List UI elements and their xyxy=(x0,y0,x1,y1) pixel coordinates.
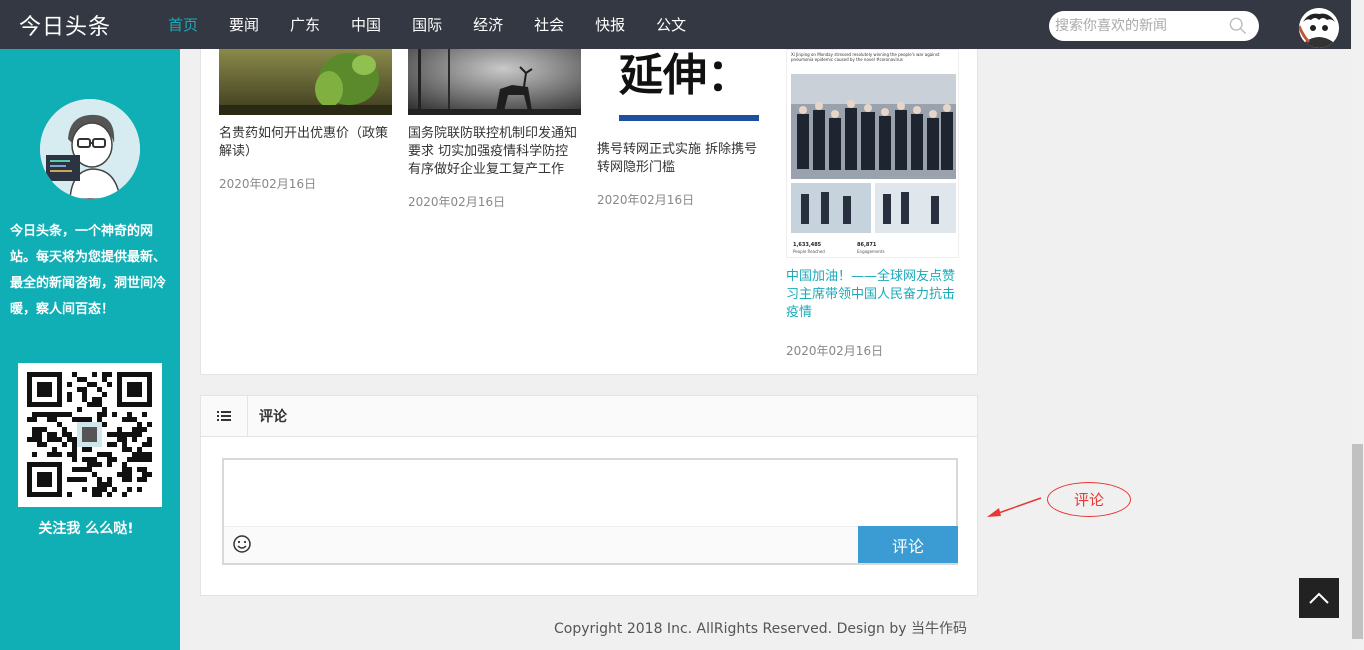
search-input[interactable] xyxy=(1055,18,1225,34)
nav-item-guangdong[interactable]: 广东 xyxy=(290,14,320,35)
list-icon xyxy=(217,411,231,421)
annotation-arrow xyxy=(987,497,1042,517)
stat-engage-label: Engagements xyxy=(857,249,885,254)
qr-code xyxy=(18,363,162,507)
article-thumbnail[interactable] xyxy=(408,49,581,115)
stat-reach-label: People Reached xyxy=(793,249,825,254)
article-title[interactable]: 中国加油！——全球网友点赞习主席带领中国人民奋力抗击疫情 xyxy=(786,268,959,322)
nav-item-china[interactable]: 中国 xyxy=(351,14,381,35)
article-title[interactable]: 名贵药如何开出优惠价（政策解读） xyxy=(219,125,392,161)
article-thumbnail[interactable]: Xi Jinping on Monday stressed resolutely… xyxy=(786,49,959,258)
sidebar: 今日头条，一个神奇的网站。每天将为您提供最新、最全的新闻咨询，洞世间冷暖，察人间… xyxy=(0,49,180,650)
nav-item-headlines[interactable]: 要闻 xyxy=(229,14,259,35)
user-avatar[interactable] xyxy=(1299,8,1339,48)
stat-engage-value: 86,871 xyxy=(857,242,877,248)
back-to-top-button[interactable] xyxy=(1299,578,1339,618)
comment-title: 评论 xyxy=(259,409,287,425)
annotation-label: 评论 xyxy=(1047,482,1131,517)
article-title[interactable]: 国务院联防联控机制印发通知要求 切实加强疫情科学防控 有序做好企业复工复产工作 xyxy=(408,125,581,179)
article-date: 2020年02月16日 xyxy=(408,195,506,209)
article-item[interactable]: 国务院联防联控机制印发通知要求 切实加强疫情科学防控 有序做好企业复工复产工作 … xyxy=(408,49,581,210)
article-date: 2020年02月16日 xyxy=(597,193,695,207)
nav-item-flash[interactable]: 快报 xyxy=(595,14,625,35)
comment-textarea[interactable] xyxy=(224,460,956,528)
emoji-icon[interactable] xyxy=(232,534,252,554)
nav-item-home[interactable]: 首页 xyxy=(168,14,198,35)
nav-item-documents[interactable]: 公文 xyxy=(656,14,686,35)
comment-editor: 评论 xyxy=(222,458,958,565)
article-thumbnail[interactable]: 延伸： xyxy=(597,49,770,131)
site-logo[interactable]: 今日头条 xyxy=(19,9,111,41)
top-navbar: 今日头条 首页 要闻 广东 中国 国际 经济 社会 快报 公文 xyxy=(0,0,1351,49)
thumbnail-caption: Xi Jinping on Monday stressed resolutely… xyxy=(791,52,940,62)
article-date: 2020年02月16日 xyxy=(219,177,317,191)
search-icon[interactable] xyxy=(1229,17,1247,35)
footer-copyright: Copyright 2018 Inc. AllRights Reserved. … xyxy=(554,621,967,637)
submit-comment-button[interactable]: 评论 xyxy=(858,526,958,563)
article-thumbnail[interactable] xyxy=(219,49,392,115)
nav-item-society[interactable]: 社会 xyxy=(534,14,564,35)
stat-reach-value: 1,633,485 xyxy=(793,242,822,248)
comment-toolbar: 评论 xyxy=(224,526,958,563)
scrollbar-thumb[interactable] xyxy=(1352,444,1363,639)
article-item[interactable]: Xi Jinping on Monday stressed resolutely… xyxy=(786,49,959,359)
comment-panel: 评论 评论 xyxy=(200,395,978,596)
follow-text: 关注我 么么哒! xyxy=(38,521,134,537)
list-icon-container xyxy=(201,395,248,437)
chevron-up-icon xyxy=(1309,592,1329,604)
thumbnail-bar xyxy=(619,115,759,121)
article-title[interactable]: 携号转网正式实施 拆除携号转网隐形门槛 xyxy=(597,141,770,177)
article-item[interactable]: 延伸： 携号转网正式实施 拆除携号转网隐形门槛 2020年02月16日 xyxy=(597,49,770,208)
article-date: 2020年02月16日 xyxy=(786,344,884,358)
related-articles-card: 名贵药如何开出优惠价（政策解读） 2020年02月16日 国务院联防联控机制印发… xyxy=(200,49,978,375)
site-description: 今日头条，一个神奇的网站。每天将为您提供最新、最全的新闻咨询，洞世间冷暖，察人间… xyxy=(10,224,167,317)
nav-item-economy[interactable]: 经济 xyxy=(473,14,503,35)
nav-item-international[interactable]: 国际 xyxy=(412,14,442,35)
main-nav: 首页 要闻 广东 中国 国际 经济 社会 快报 公文 xyxy=(168,0,717,49)
article-item[interactable]: 名贵药如何开出优惠价（政策解读） 2020年02月16日 xyxy=(219,49,392,192)
profile-avatar xyxy=(40,99,140,199)
comment-header: 评论 xyxy=(201,395,977,437)
thumbnail-heading: 延伸： xyxy=(619,50,751,101)
search-box xyxy=(1049,11,1259,41)
